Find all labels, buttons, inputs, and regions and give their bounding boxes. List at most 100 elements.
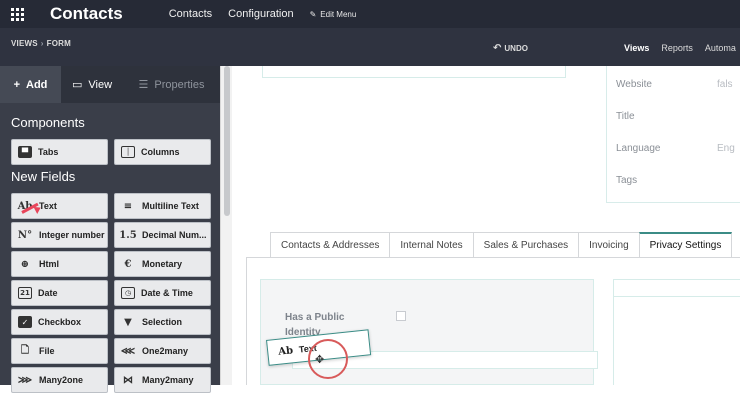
- component-label: Tabs: [38, 147, 59, 157]
- field-language-label[interactable]: Language: [616, 143, 661, 154]
- new-fields-heading: New Fields: [11, 169, 76, 184]
- many2one-icon: ⋙: [17, 374, 33, 386]
- field-many2one[interactable]: ⋙ Many2one: [11, 367, 108, 393]
- components-grid: ▀ Tabs │ Columns: [11, 139, 211, 165]
- tab-reports[interactable]: Reports: [661, 43, 693, 53]
- move-cursor-icon: ✥: [315, 354, 325, 366]
- app-title[interactable]: Contacts: [50, 4, 123, 24]
- click-highlight-ring: [308, 339, 348, 379]
- components-heading: Components: [11, 115, 85, 130]
- date-icon: 21: [18, 287, 32, 299]
- tab-view-label: View: [88, 78, 113, 91]
- text-icon: Ab: [277, 344, 294, 358]
- menu-configuration[interactable]: Configuration: [228, 8, 293, 20]
- multiline-text-icon: ≡: [123, 200, 133, 212]
- tab-internal-notes[interactable]: Internal Notes: [389, 232, 473, 258]
- tab-views[interactable]: Views: [624, 43, 649, 53]
- edit-menu-button[interactable]: ✎ Edit Menu: [310, 10, 357, 19]
- form-right-group: Website fals Title Language Eng Tags: [606, 66, 740, 203]
- undo-icon: ↶: [493, 43, 502, 54]
- scrollbar-thumb[interactable]: [224, 66, 230, 216]
- tabs-icon: ▀: [18, 146, 32, 158]
- datetime-icon: ◷: [121, 287, 135, 299]
- field-monetary[interactable]: € Monetary: [114, 251, 211, 277]
- field-label: Integer number: [39, 230, 105, 240]
- top-navbar: Contacts Contacts Configuration ✎ Edit M…: [0, 0, 740, 28]
- field-decimal[interactable]: 1.5 Decimal Num...: [114, 222, 211, 248]
- undo-button[interactable]: ↶ UNDO: [493, 43, 528, 54]
- sidebar-scrollbar[interactable]: [220, 66, 232, 385]
- breadcrumb-form: FORM: [46, 39, 72, 48]
- new-fields-grid: Ab Text ≡ Multiline Text N° Integer number …: [11, 193, 211, 393]
- field-website-value[interactable]: fals: [717, 79, 733, 90]
- columns-icon: │: [121, 146, 135, 158]
- many2many-icon: ⋈: [123, 374, 133, 386]
- tab-add-label: Add: [26, 78, 48, 91]
- tab-automations[interactable]: Automa: [705, 43, 736, 53]
- field-one2many[interactable]: ⋘ One2many: [114, 338, 211, 364]
- field-label: Date & Time: [141, 288, 193, 298]
- field-label: One2many: [142, 346, 189, 356]
- monitor-icon: ▭: [71, 79, 83, 91]
- breadcrumb: VIEWS › FORM: [11, 39, 71, 48]
- tab-sales-purchases[interactable]: Sales & Purchases: [472, 232, 579, 258]
- privacy-group-right-header: [613, 279, 740, 297]
- tab-privacy-settings[interactable]: Privacy Settings: [638, 232, 733, 258]
- tab-properties[interactable]: ☰ Properties: [123, 66, 220, 103]
- privacy-group-right: [613, 297, 740, 385]
- one2many-icon: ⋘: [120, 345, 136, 357]
- field-label: File: [39, 346, 55, 356]
- studio-sidebar: + Add ▭ View ☰ Properties Components ▀ T…: [0, 66, 220, 393]
- field-label: Multiline Text: [142, 201, 199, 211]
- plus-icon: +: [13, 78, 21, 91]
- field-title-label[interactable]: Title: [616, 111, 635, 122]
- tab-invoicing[interactable]: Invoicing: [578, 232, 639, 258]
- edit-menu-label: Edit Menu: [320, 9, 357, 19]
- apps-grid-icon: [10, 7, 24, 21]
- field-label: Decimal Num...: [142, 230, 207, 240]
- pencil-icon: ✎: [309, 9, 317, 19]
- tab-contacts-addresses[interactable]: Contacts & Addresses: [270, 232, 390, 258]
- field-tags-label[interactable]: Tags: [616, 175, 637, 186]
- field-website-label[interactable]: Website: [616, 79, 652, 90]
- apps-menu-button[interactable]: [0, 0, 34, 28]
- integer-icon: N°: [17, 229, 33, 241]
- decimal-icon: 1.5: [119, 229, 137, 241]
- field-multiline-text[interactable]: ≡ Multiline Text: [114, 193, 211, 219]
- field-html[interactable]: ⊕ Html: [11, 251, 108, 277]
- tab-properties-label: Properties: [154, 78, 205, 91]
- studio-tabs: Views Reports Automa: [624, 43, 736, 53]
- field-label: Date: [38, 288, 58, 298]
- field-checkbox[interactable]: ✓ Checkbox: [11, 309, 108, 335]
- field-file[interactable]: 🗋 File: [11, 338, 108, 364]
- field-label: Selection: [142, 317, 183, 327]
- field-text[interactable]: Ab Text: [11, 193, 108, 219]
- field-label: Checkbox: [38, 317, 82, 327]
- form-group-top: [262, 66, 566, 78]
- file-icon: 🗋: [20, 344, 30, 356]
- field-date[interactable]: 21 Date: [11, 280, 108, 306]
- sidebar-tabs: + Add ▭ View ☰ Properties: [0, 66, 220, 103]
- monetary-icon: €: [124, 258, 132, 270]
- properties-icon: ☰: [138, 79, 149, 91]
- field-integer[interactable]: N° Integer number: [11, 222, 108, 248]
- public-identity-checkbox[interactable]: [396, 311, 406, 321]
- field-label: Monetary: [142, 259, 183, 269]
- checkbox-icon: ✓: [18, 316, 32, 328]
- breadcrumb-views[interactable]: VIEWS: [11, 39, 38, 48]
- component-label: Columns: [141, 147, 180, 157]
- field-selection[interactable]: ▼ Selection: [114, 309, 211, 335]
- menu-contacts[interactable]: Contacts: [169, 8, 212, 20]
- field-many2many[interactable]: ⋈ Many2many: [114, 367, 211, 393]
- breadcrumb-separator-icon: ›: [40, 39, 44, 48]
- undo-label: UNDO: [504, 44, 528, 53]
- field-datetime[interactable]: ◷ Date & Time: [114, 280, 211, 306]
- tab-view[interactable]: ▭ View: [61, 66, 123, 103]
- component-tabs[interactable]: ▀ Tabs: [11, 139, 108, 165]
- component-columns[interactable]: │ Columns: [114, 139, 211, 165]
- html-icon: ⊕: [20, 258, 30, 270]
- field-language-value[interactable]: Eng: [717, 143, 735, 154]
- studio-toolbar: VIEWS › FORM ↶ UNDO Views Reports Automa: [0, 28, 740, 66]
- selection-icon: ▼: [124, 316, 132, 328]
- tab-add[interactable]: + Add: [0, 66, 61, 103]
